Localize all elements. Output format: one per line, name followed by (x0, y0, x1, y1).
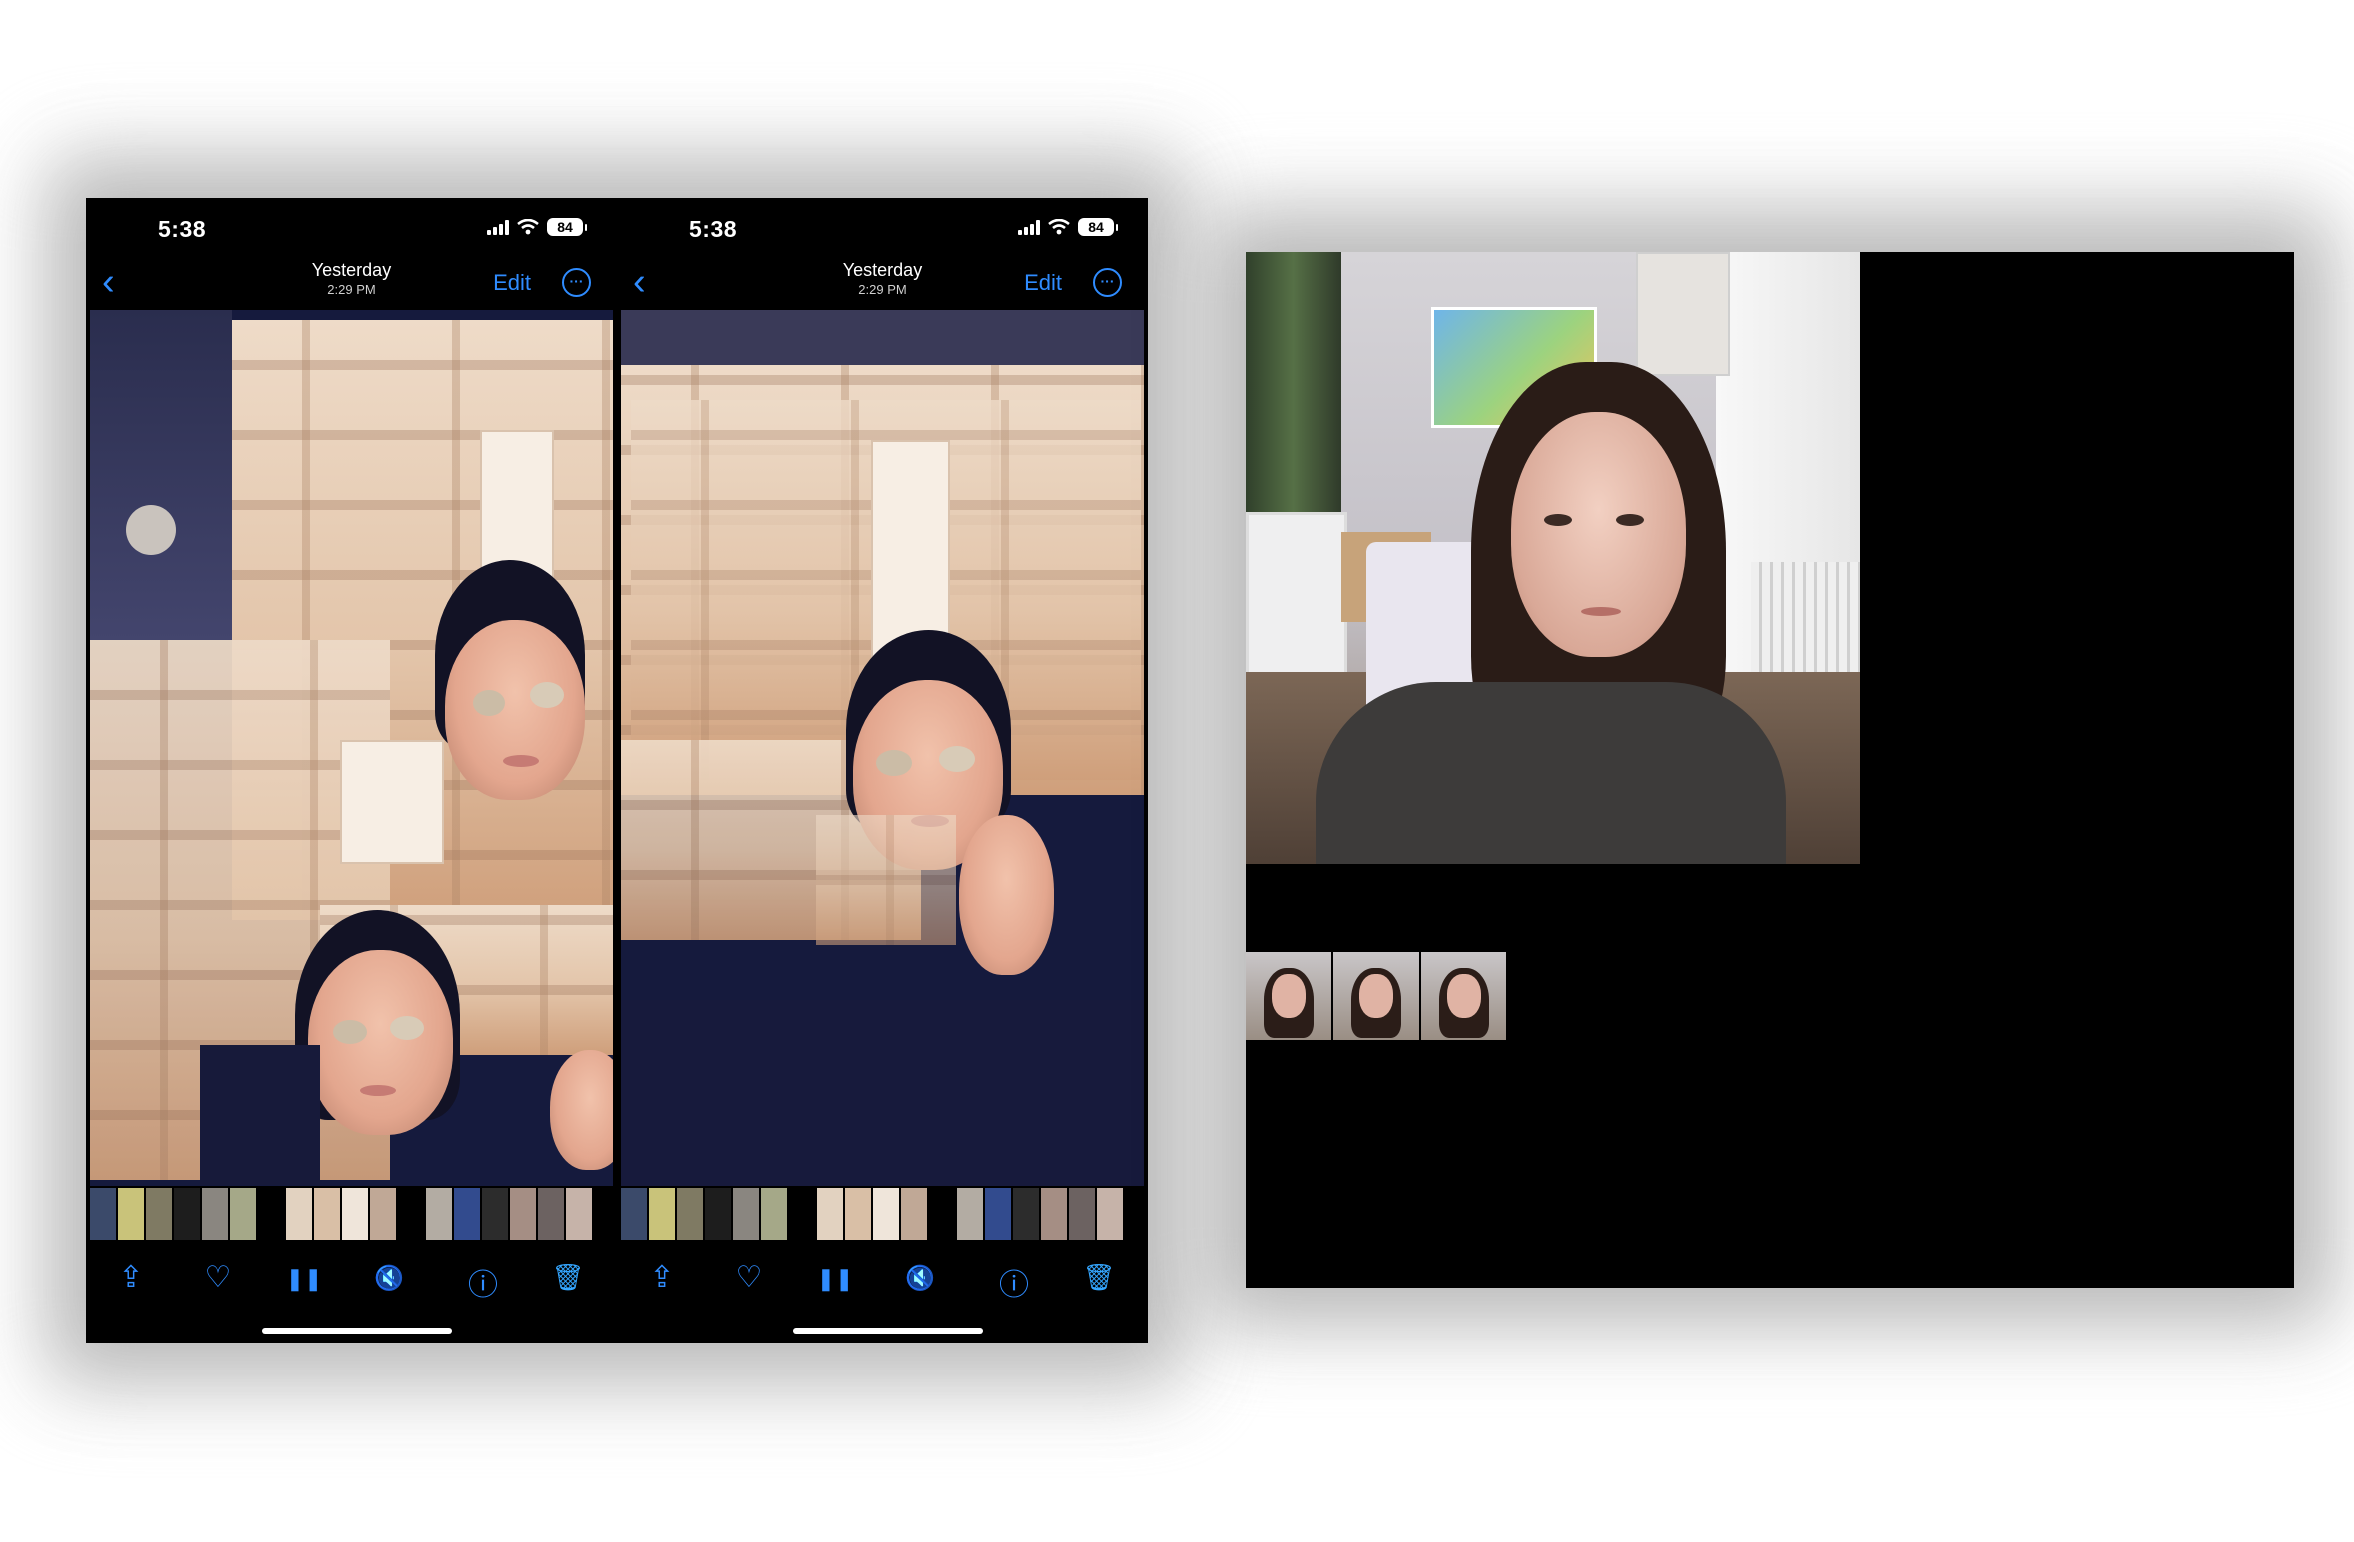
share-icon[interactable]: ⇪ (642, 1260, 682, 1295)
photo-toolbar: ⇪ ♡ ❚❚ 🔇 ⓘ 🗑 (617, 1248, 1148, 1308)
photo-title: Yesterday 2:29 PM (617, 260, 1148, 297)
thumbnail[interactable] (1420, 952, 1506, 1040)
photo-toolbar: ⇪ ♡ ❚❚ 🔇 ⓘ 🗑 (86, 1248, 617, 1308)
battery-icon: 84 (547, 218, 587, 236)
info-icon[interactable]: ⓘ (463, 1260, 503, 1304)
video-frame (621, 310, 1144, 1186)
trash-icon[interactable]: 🗑 (1079, 1262, 1119, 1293)
webcam-window (1246, 252, 2294, 1288)
filmstrip[interactable] (90, 1188, 613, 1240)
pause-icon[interactable]: ❚❚ (284, 1266, 324, 1292)
photo-time: 2:29 PM (327, 282, 376, 297)
more-icon[interactable]: ··· (1093, 268, 1122, 297)
status-bar: 5:38 84 (617, 198, 1148, 258)
wifi-icon (517, 219, 539, 235)
photo-title: Yesterday 2:29 PM (86, 260, 617, 297)
person-face (1511, 412, 1686, 657)
shelf (1246, 512, 1347, 678)
video-frame (90, 310, 613, 1186)
photo-time: 2:29 PM (858, 282, 907, 297)
more-icon[interactable]: ··· (562, 268, 591, 297)
status-bar: 5:38 84 (86, 198, 617, 258)
filmstrip[interactable] (621, 1188, 1144, 1240)
battery-icon: 84 (1078, 218, 1118, 236)
status-time: 5:38 (158, 216, 207, 242)
wifi-icon (1048, 219, 1070, 235)
heart-icon[interactable]: ♡ (198, 1260, 238, 1295)
info-icon[interactable]: ⓘ (994, 1260, 1034, 1304)
person-shirt (1316, 682, 1786, 864)
home-indicator (262, 1328, 452, 1334)
mute-icon[interactable]: 🔇 (369, 1264, 409, 1293)
share-icon[interactable]: ⇪ (111, 1260, 151, 1295)
status-icons: 84 (487, 218, 587, 236)
photo-navbar: ‹ Yesterday 2:29 PM Edit ··· (86, 258, 617, 310)
webcam-thumbnails[interactable] (1246, 952, 1506, 1040)
thumbnail[interactable] (1333, 952, 1419, 1040)
phone-screen-2: 5:38 84 ‹ Yesterday 2:29 PM Edit ··· ⇪ ♡… (617, 198, 1148, 1343)
status-time: 5:38 (689, 216, 738, 242)
thumbnail[interactable] (1246, 952, 1332, 1040)
edit-button[interactable]: Edit (493, 270, 531, 296)
edit-button[interactable]: Edit (1024, 270, 1062, 296)
signal-icon (1018, 219, 1040, 235)
photo-date: Yesterday (311, 260, 392, 280)
photo-navbar: ‹ Yesterday 2:29 PM Edit ··· (617, 258, 1148, 310)
status-icons: 84 (1018, 218, 1118, 236)
pause-icon[interactable]: ❚❚ (815, 1266, 855, 1292)
webcam-preview (1246, 252, 1860, 864)
mute-icon[interactable]: 🔇 (900, 1264, 940, 1293)
trash-icon[interactable]: 🗑 (548, 1262, 588, 1293)
signal-icon (487, 219, 509, 235)
phone-screenshots: 5:38 84 ‹ Yesterday 2:29 PM Edit ··· ⇪ ♡… (86, 198, 1148, 1343)
phone-screen-1: 5:38 84 ‹ Yesterday 2:29 PM Edit ··· ⇪ ♡… (86, 198, 617, 1343)
photo-date: Yesterday (842, 260, 923, 280)
home-indicator (793, 1328, 983, 1334)
heart-icon[interactable]: ♡ (729, 1260, 769, 1295)
